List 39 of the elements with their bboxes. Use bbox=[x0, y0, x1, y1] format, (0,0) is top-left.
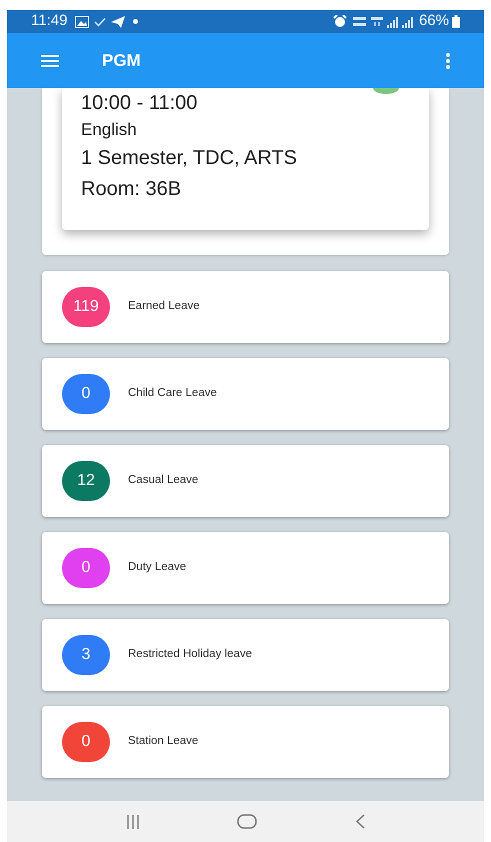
class-time: 10:00 - 11:00 bbox=[81, 91, 198, 116]
class-card[interactable]: 10:00 - 11:00 English 1 Semester, TDC, ARTS Room: 36B bbox=[62, 88, 429, 230]
more-options-icon[interactable] bbox=[446, 52, 450, 68]
leave-card[interactable]: 3 Restricted Holiday leave bbox=[42, 619, 449, 691]
leave-count-badge: 0 bbox=[62, 722, 110, 762]
menu-icon[interactable] bbox=[41, 54, 59, 66]
leave-count-badge: 0 bbox=[62, 548, 110, 588]
signal-icon bbox=[386, 16, 399, 28]
leave-card[interactable]: 12 Casual Leave bbox=[42, 445, 449, 517]
status-time: 11:49 bbox=[31, 11, 68, 32]
class-room: Room: 36B bbox=[81, 177, 182, 202]
check-icon bbox=[94, 16, 106, 26]
leave-type: Duty Leave bbox=[128, 560, 186, 576]
class-course: 1 Semester, TDC, ARTS bbox=[81, 146, 298, 171]
leave-card[interactable]: 0 Station Leave bbox=[42, 706, 449, 778]
leave-card[interactable]: 119 Earned Leave bbox=[42, 271, 449, 343]
app-title: PGM bbox=[102, 50, 141, 72]
alarm-icon bbox=[332, 15, 347, 28]
image-icon bbox=[75, 16, 90, 28]
leave-card[interactable]: 0 Child Care Leave bbox=[42, 358, 449, 430]
back-icon[interactable] bbox=[355, 814, 366, 829]
battery-icon bbox=[452, 15, 460, 28]
leave-type: Casual Leave bbox=[128, 473, 198, 488]
leave-count-badge: 0 bbox=[62, 374, 110, 414]
battery-percent: 66% bbox=[418, 11, 449, 32]
leave-type: Earned Leave bbox=[128, 299, 200, 314]
leave-count-badge: 3 bbox=[62, 635, 110, 675]
leave-type: Restricted Holiday leave bbox=[128, 647, 252, 662]
class-subject: English bbox=[81, 119, 138, 141]
paper-plane-icon bbox=[111, 16, 126, 28]
leave-card[interactable]: 0 Duty Leave bbox=[42, 532, 449, 604]
dot-icon bbox=[133, 19, 138, 24]
leave-count-badge: 119 bbox=[62, 287, 110, 327]
home-icon[interactable] bbox=[237, 814, 258, 829]
leave-type: Child Care Leave bbox=[128, 386, 217, 402]
recent-apps-icon[interactable] bbox=[126, 814, 140, 828]
leave-type: Station Leave bbox=[128, 734, 198, 750]
signal-icon bbox=[402, 16, 414, 28]
leave-count-badge: 12 bbox=[62, 461, 110, 501]
